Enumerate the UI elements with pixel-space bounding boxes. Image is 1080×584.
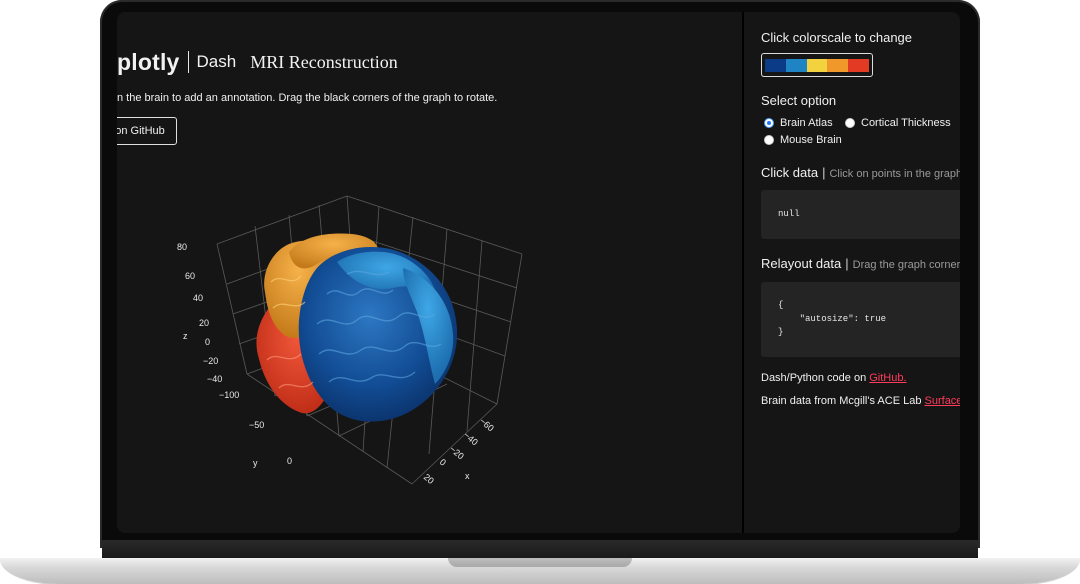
colorscale-swatch bbox=[785, 58, 807, 72]
radio-icon[interactable] bbox=[845, 118, 855, 128]
x-tick: −40 bbox=[462, 430, 480, 447]
click-data-value: null bbox=[778, 209, 800, 219]
colorscale-heading: Click colorscale to change bbox=[761, 30, 913, 45]
footer-data-line: Brain data from Mcgill's ACE Lab Surface bbox=[761, 395, 960, 407]
option-heading: Select option bbox=[761, 93, 837, 108]
github-link[interactable]: GitHub. bbox=[869, 372, 906, 384]
radio-selected-icon[interactable] bbox=[764, 118, 774, 128]
z-tick: 40 bbox=[193, 293, 203, 303]
z-tick: 80 bbox=[177, 242, 187, 252]
colorscale-swatch bbox=[827, 58, 849, 72]
sidebar: Click colorscale to change Select option… bbox=[744, 12, 960, 533]
laptop-hinge bbox=[102, 540, 978, 558]
option-label: Mouse Brain bbox=[780, 134, 842, 146]
y-tick: −100 bbox=[219, 390, 239, 400]
z-tick: 60 bbox=[185, 271, 195, 281]
z-tick: −20 bbox=[203, 356, 218, 366]
github-button[interactable]: on GitHub bbox=[117, 117, 177, 145]
z-tick: 20 bbox=[199, 318, 209, 328]
relayout-data-title: Relayout data bbox=[761, 256, 842, 271]
main-panel: plotly Dash MRI Reconstruction n the bra… bbox=[117, 12, 742, 533]
x-tick: −60 bbox=[478, 416, 496, 433]
brain-surface[interactable] bbox=[256, 233, 458, 422]
y-axis-label: y bbox=[253, 458, 258, 468]
colorscale-swatch bbox=[848, 58, 869, 72]
z-axis-label: z bbox=[183, 331, 188, 341]
logo-separator bbox=[187, 51, 189, 73]
relayout-data-hint: Drag the graph corner bbox=[852, 259, 960, 271]
click-data-title: Click data bbox=[761, 165, 819, 180]
colorscale-picker[interactable] bbox=[761, 53, 873, 77]
x-tick: −20 bbox=[448, 444, 466, 461]
relayout-line: { bbox=[778, 300, 784, 310]
x-tick: 20 bbox=[422, 472, 436, 486]
click-data-box: null bbox=[761, 190, 960, 239]
z-tick: 0 bbox=[205, 337, 210, 347]
dash-logo: Dash bbox=[196, 52, 237, 71]
option-label: Brain Atlas bbox=[780, 117, 833, 129]
y-tick: 0 bbox=[287, 456, 292, 466]
instructions-text: n the brain to add an annotation. Drag t… bbox=[117, 92, 498, 104]
colorscale-swatch bbox=[765, 58, 786, 72]
x-axis-label: x bbox=[465, 471, 470, 481]
app-screen: plotly Dash MRI Reconstruction n the bra… bbox=[117, 12, 960, 533]
brain-3d-graph[interactable]: z y x 80 60 40 20 0 −20 −40 −100 −50 0 −… bbox=[167, 184, 597, 494]
header-row: plotly Dash MRI Reconstruction bbox=[117, 49, 398, 75]
click-data-heading: Click data | Click on points in the graph bbox=[761, 165, 960, 180]
option-cortical-thickness[interactable]: Cortical Thickness bbox=[845, 117, 951, 129]
relayout-data-heading: Relayout data | Drag the graph corner bbox=[761, 256, 960, 271]
click-data-hint: Click on points in the graph bbox=[829, 168, 960, 180]
page-title: MRI Reconstruction bbox=[250, 51, 398, 72]
footer-code-line: Dash/Python code on GitHub. bbox=[761, 372, 907, 384]
relayout-line: } bbox=[778, 327, 784, 337]
surface-link[interactable]: Surface bbox=[925, 395, 960, 407]
plotly-logo: plotly bbox=[117, 48, 180, 75]
relayout-data-box: { "autosize": true } bbox=[761, 282, 960, 357]
option-mouse-brain[interactable]: Mouse Brain bbox=[764, 134, 842, 146]
radio-icon[interactable] bbox=[764, 135, 774, 145]
option-label: Cortical Thickness bbox=[861, 117, 951, 129]
relayout-line: "autosize": true bbox=[778, 314, 887, 324]
laptop-notch bbox=[448, 558, 632, 567]
option-brain-atlas[interactable]: Brain Atlas bbox=[764, 117, 833, 129]
z-tick: −40 bbox=[207, 374, 222, 384]
footer-code-text: Dash/Python code on bbox=[761, 372, 870, 384]
y-tick: −50 bbox=[249, 420, 264, 430]
footer-data-text: Brain data from Mcgill's ACE Lab bbox=[761, 395, 925, 407]
colorscale-swatch bbox=[806, 58, 828, 72]
